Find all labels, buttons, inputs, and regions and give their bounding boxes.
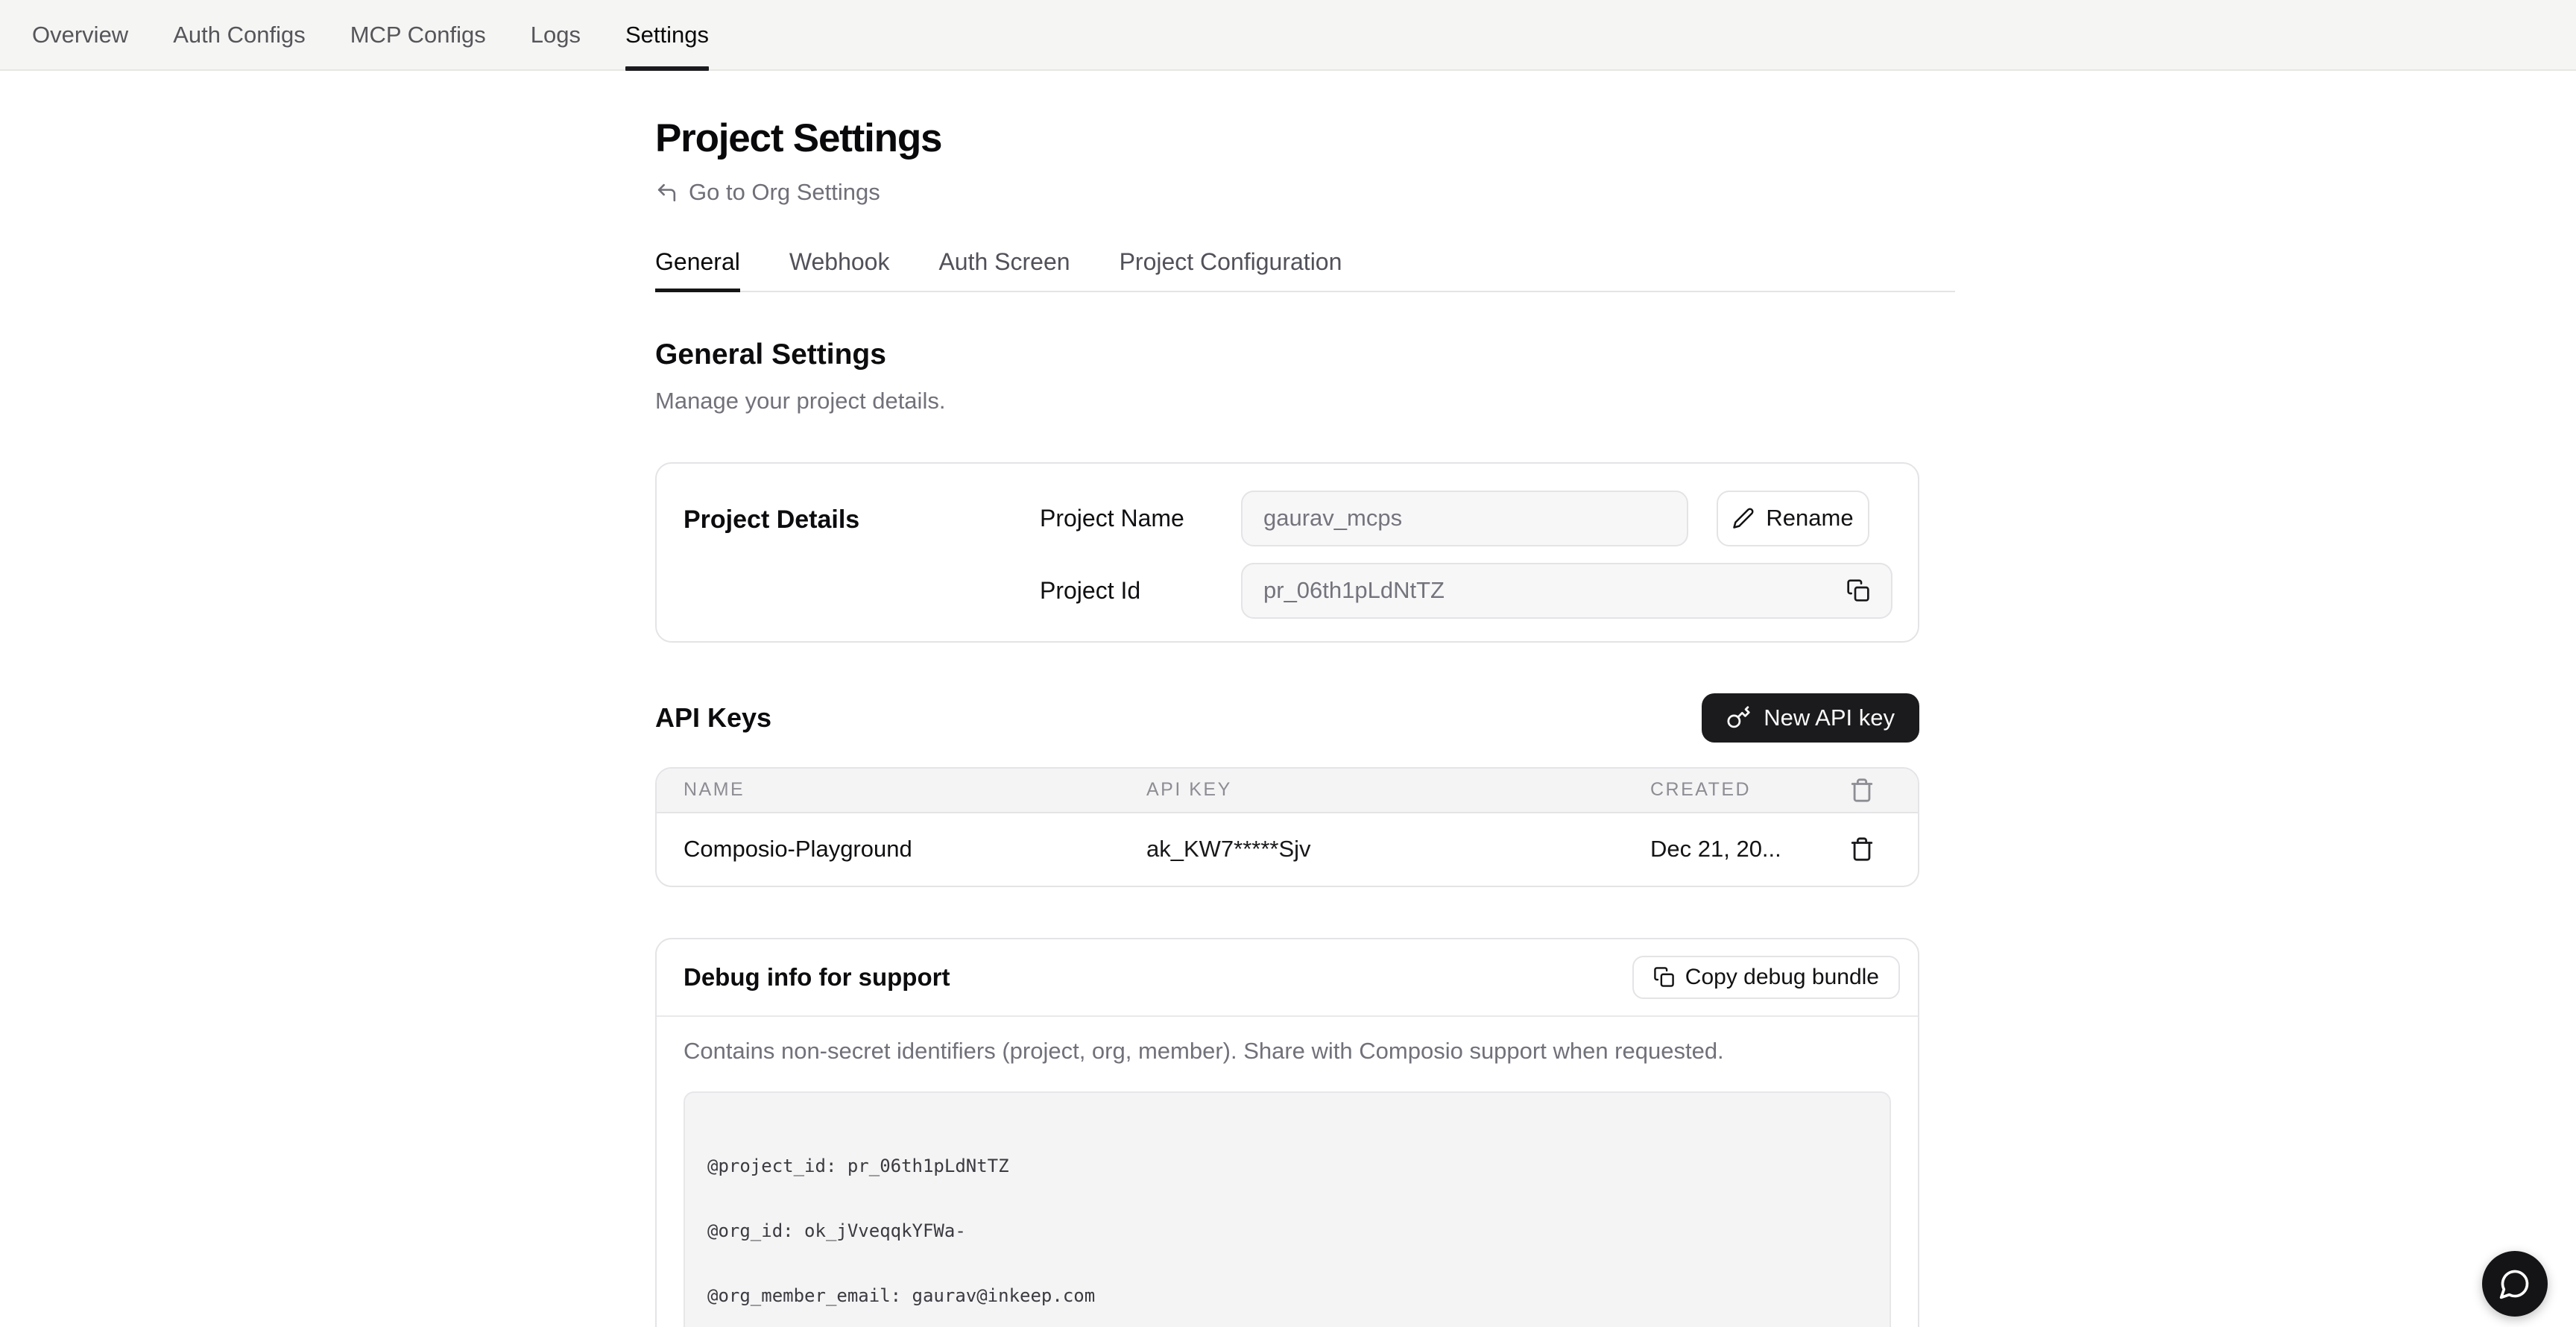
key-icon	[1726, 705, 1751, 730]
project-id-field: pr_06th1pLdNtTZ	[1241, 563, 1892, 619]
api-key-value: ak_KW7*****Sjv	[1146, 836, 1650, 863]
api-keys-table-header: NAME API KEY CREATED	[657, 769, 1918, 813]
message-circle-icon	[2498, 1267, 2531, 1300]
copy-debug-bundle-label: Copy debug bundle	[1685, 965, 1879, 990]
debug-card-title: Debug info for support	[684, 963, 950, 992]
new-api-key-label: New API key	[1764, 705, 1895, 731]
debug-description: Contains non-secret identifiers (project…	[684, 1038, 1891, 1065]
pencil-icon	[1732, 507, 1755, 529]
header-name: NAME	[684, 779, 1146, 801]
header-trash-icon	[1821, 778, 1903, 803]
rename-button[interactable]: Rename	[1717, 491, 1869, 546]
project-details-card: Project Details Project Name Rename Proj…	[655, 462, 1919, 643]
project-name-label: Project Name	[1040, 505, 1241, 532]
go-to-org-settings-link[interactable]: Go to Org Settings	[655, 179, 880, 206]
code-line: @org_member_email: gaurav@inkeep.com	[707, 1285, 1867, 1307]
section-title: General Settings	[655, 338, 2576, 371]
api-keys-header: API Keys New API key	[655, 693, 1919, 743]
back-link-label: Go to Org Settings	[689, 179, 880, 206]
project-id-row: Project Id pr_06th1pLdNtTZ	[1040, 563, 1892, 619]
project-name-input[interactable]	[1241, 491, 1688, 546]
code-line: @org_id: ok_jVveqqkYFWa-	[707, 1220, 1867, 1242]
rename-button-label: Rename	[1766, 505, 1853, 532]
tab-project-configuration[interactable]: Project Configuration	[1120, 248, 1342, 291]
support-chat-button[interactable]	[2482, 1251, 2548, 1317]
page-content: Project Settings Go to Org Settings Gene…	[0, 116, 2576, 1327]
corner-up-left-icon	[655, 181, 678, 204]
project-name-row: Project Name Rename	[1040, 491, 1892, 546]
tab-webhook[interactable]: Webhook	[789, 248, 890, 291]
api-key-created: Dec 21, 20...	[1650, 836, 1821, 863]
project-details-rows: Project Name Rename Project Id pr_06th1p…	[1040, 491, 1892, 619]
copy-debug-bundle-button[interactable]: Copy debug bundle	[1632, 956, 1900, 999]
code-line: @project_id: pr_06th1pLdNtTZ	[707, 1156, 1867, 1177]
debug-card-body: Contains non-secret identifiers (project…	[657, 1017, 1918, 1327]
copy-icon[interactable]	[1846, 579, 1870, 602]
tab-general[interactable]: General	[655, 248, 740, 291]
project-details-title: Project Details	[684, 491, 1040, 619]
nav-item-logs[interactable]: Logs	[531, 0, 581, 69]
header-created: CREATED	[1650, 779, 1821, 801]
nav-item-overview[interactable]: Overview	[32, 0, 128, 69]
copy-icon	[1653, 966, 1675, 988]
section-subtitle: Manage your project details.	[655, 388, 2576, 415]
api-keys-table: NAME API KEY CREATED Composio-Playground…	[655, 767, 1919, 887]
debug-code-block: @project_id: pr_06th1pLdNtTZ @org_id: ok…	[684, 1091, 1891, 1327]
api-keys-title: API Keys	[655, 702, 771, 734]
project-id-label: Project Id	[1040, 577, 1241, 605]
nav-item-settings[interactable]: Settings	[625, 0, 709, 69]
top-navigation: Overview Auth Configs MCP Configs Logs S…	[0, 0, 2576, 71]
table-row: Composio-Playground ak_KW7*****Sjv Dec 2…	[657, 813, 1918, 886]
delete-api-key-button[interactable]	[1849, 836, 1875, 862]
settings-tabs: General Webhook Auth Screen Project Conf…	[655, 248, 1955, 292]
api-key-name: Composio-Playground	[684, 836, 1146, 863]
new-api-key-button[interactable]: New API key	[1702, 693, 1919, 743]
header-api-key: API KEY	[1146, 779, 1650, 801]
nav-item-mcp-configs[interactable]: MCP Configs	[350, 0, 486, 69]
debug-card-header: Debug info for support Copy debug bundle	[657, 939, 1918, 1017]
nav-item-auth-configs[interactable]: Auth Configs	[173, 0, 306, 69]
debug-info-card: Debug info for support Copy debug bundle…	[655, 938, 1919, 1327]
trash-icon	[1849, 836, 1875, 862]
tab-auth-screen[interactable]: Auth Screen	[938, 248, 1070, 291]
page-title: Project Settings	[655, 116, 2576, 161]
project-id-value: pr_06th1pLdNtTZ	[1263, 577, 1445, 604]
